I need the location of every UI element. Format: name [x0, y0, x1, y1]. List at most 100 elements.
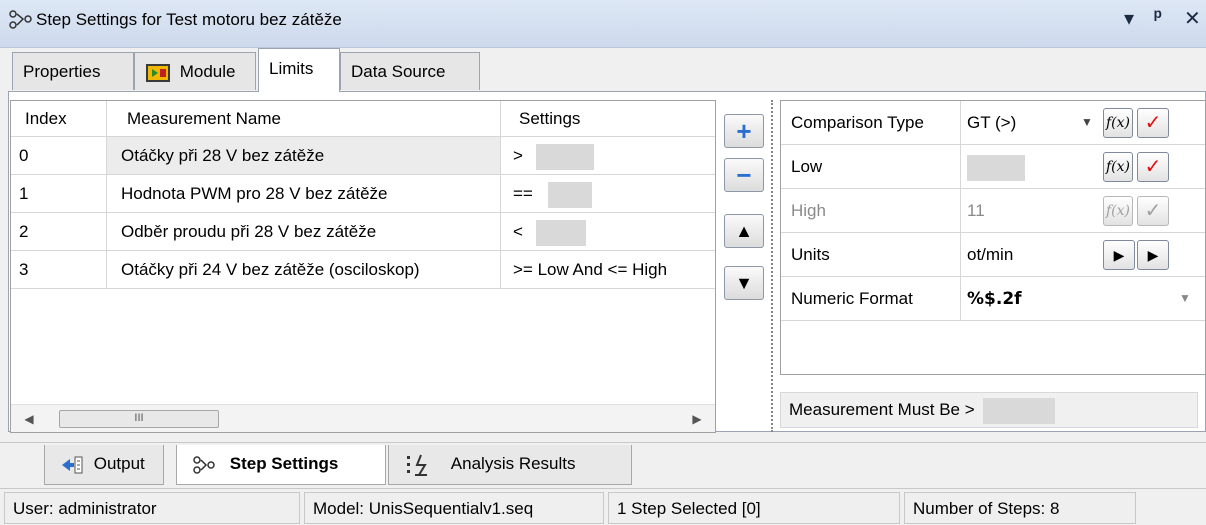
tab-data-source-label: Data Source — [351, 62, 446, 81]
units-browse-button[interactable]: ▶ — [1103, 240, 1135, 270]
horizontal-scrollbar[interactable]: ◀ III ▶ — [11, 404, 715, 432]
tab-output-label: Output — [93, 454, 145, 473]
row-index: 0 — [11, 137, 107, 174]
high-value-field[interactable]: 11 — [967, 189, 985, 232]
close-icon[interactable]: ✕ — [1184, 6, 1201, 31]
table-row[interactable]: 1 Hodnota PWM pro 28 V bez zátěže == — [11, 175, 715, 213]
tab-analysis-results[interactable]: Analysis Results — [388, 445, 632, 485]
status-steps: Number of Steps: 8 — [904, 492, 1136, 524]
row-index: 2 — [11, 213, 107, 250]
row-index: 1 — [11, 175, 107, 212]
settings-tabs: Properties Module Limits Data Source — [0, 48, 1206, 92]
move-down-button[interactable]: ▼ — [724, 266, 764, 300]
scroll-left-icon[interactable]: ◀ — [15, 405, 43, 433]
window-menu-dropdown-icon[interactable]: ▾ — [1124, 6, 1134, 31]
add-measurement-button[interactable]: + — [724, 114, 764, 148]
tab-step-settings[interactable]: Step Settings — [176, 445, 386, 485]
units-select-button[interactable]: ▶ — [1137, 240, 1169, 270]
row-index: 3 — [11, 251, 107, 288]
splitter[interactable] — [771, 100, 777, 432]
row-settings-operator: == — [513, 184, 533, 203]
row-settings: < — [501, 213, 715, 250]
status-model: Model: UnisSequentialv1.seq — [304, 492, 604, 524]
tab-limits[interactable]: Limits — [258, 48, 340, 92]
redacted-value — [547, 181, 592, 208]
tab-step-settings-label: Step Settings — [229, 454, 339, 473]
scroll-right-icon[interactable]: ▶ — [683, 405, 711, 433]
tab-output[interactable]: Output — [44, 445, 164, 485]
fx-expression-button[interactable]: f(x) — [1103, 152, 1133, 182]
output-icon — [62, 456, 83, 474]
fx-expression-button[interactable]: f(x) — [1103, 108, 1133, 138]
play-icon: ▶ — [1113, 247, 1125, 263]
prop-row-low: Low f(x) ✓ — [781, 145, 1205, 189]
tab-properties-label: Properties — [23, 62, 101, 81]
analysis-results-icon — [407, 454, 427, 476]
move-up-button[interactable]: ▲ — [724, 214, 764, 248]
status-bar: User: administrator Model: UnisSequentia… — [0, 488, 1206, 525]
column-header-measurement-name[interactable]: Measurement Name — [107, 101, 501, 136]
row-measurement-name[interactable]: Otáčky při 24 V bez zátěže (osciloskop) — [107, 251, 501, 288]
arrow-up-icon: ▲ — [735, 221, 753, 241]
units-field[interactable]: ot/min — [967, 233, 1013, 276]
column-header-settings[interactable]: Settings — [501, 101, 715, 136]
chevron-down-icon[interactable]: ▼ — [1081, 115, 1093, 129]
prop-row-comparison-type: Comparison Type GT (>) ▼ f(x) ✓ — [781, 101, 1205, 145]
row-settings: > — [501, 137, 715, 174]
measurements-grid: Index Measurement Name Settings 0 Otáčky… — [10, 100, 716, 433]
limit-properties-grid: Comparison Type GT (>) ▼ f(x) ✓ Low f(x)… — [780, 100, 1206, 375]
prop-row-numeric-format: Numeric Format %$.2f ▼ — [781, 277, 1205, 321]
column-header-index[interactable]: Index — [11, 101, 107, 136]
comparison-type-select[interactable]: GT (>) — [967, 101, 1016, 144]
units-label: Units — [781, 233, 961, 276]
row-settings-operator: > — [513, 146, 523, 165]
scrollbar-thumb[interactable]: III — [59, 410, 219, 428]
redacted-value — [967, 154, 1025, 181]
table-row[interactable]: 2 Odběr proudu při 28 V bez zátěže < — [11, 213, 715, 251]
measurement-rule-text: Measurement Must Be > — [789, 400, 975, 419]
tab-module[interactable]: Module — [134, 52, 256, 90]
tab-properties[interactable]: Properties — [12, 52, 134, 90]
redacted-value — [535, 143, 594, 170]
low-value-field[interactable] — [967, 145, 1025, 188]
plus-icon: + — [736, 116, 752, 146]
row-measurement-name[interactable]: Hodnota PWM pro 28 V bez zátěže — [107, 175, 501, 212]
bottom-tabs: Output Step Settings Analysis Results — [0, 442, 1206, 488]
prop-row-units: Units ot/min ▶ ▶ — [781, 233, 1205, 277]
prop-row-high: High 11 f(x) ✓ — [781, 189, 1205, 233]
measurement-rule-summary: Measurement Must Be > — [780, 392, 1198, 428]
window-title: Step Settings for Test motoru bez zátěže — [36, 10, 342, 29]
high-label: High — [781, 189, 961, 232]
minus-icon: − — [736, 160, 752, 190]
tab-analysis-results-label: Analysis Results — [450, 454, 576, 473]
table-row[interactable]: 0 Otáčky při 28 V bez zátěže > — [11, 137, 715, 175]
remove-measurement-button[interactable]: − — [724, 158, 764, 192]
row-settings: == — [501, 175, 715, 212]
arrow-down-icon: ▼ — [735, 273, 753, 293]
redacted-value — [535, 219, 586, 246]
table-row[interactable]: 3 Otáčky při 24 V bez zátěže (osciloskop… — [11, 251, 715, 289]
check-expression-button[interactable]: ✓ — [1137, 108, 1169, 138]
comparison-type-label: Comparison Type — [781, 101, 961, 144]
row-settings: >= Low And <= High — [513, 260, 668, 279]
window-titlebar: Step Settings for Test motoru bez zátěže… — [0, 0, 1206, 48]
fx-expression-button[interactable]: f(x) — [1103, 196, 1133, 226]
pin-icon[interactable]: ᵖ — [1154, 6, 1162, 29]
row-settings-operator: < — [513, 222, 523, 241]
chevron-down-icon[interactable]: ▼ — [1179, 291, 1191, 305]
row-measurement-name[interactable]: Otáčky při 28 V bez zátěže — [107, 137, 501, 174]
check-expression-button[interactable]: ✓ — [1137, 196, 1169, 226]
redacted-value — [983, 397, 1056, 424]
numeric-format-field[interactable]: %$.2f — [967, 277, 1022, 320]
module-icon — [146, 63, 170, 82]
step-settings-icon — [193, 455, 215, 474]
numeric-format-label: Numeric Format — [781, 277, 961, 320]
row-measurement-name[interactable]: Odběr proudu při 28 V bez zátěže — [107, 213, 501, 250]
grid-header: Index Measurement Name Settings — [11, 101, 715, 137]
tab-data-source[interactable]: Data Source — [340, 52, 480, 90]
tab-module-label: Module — [179, 62, 236, 81]
check-expression-button[interactable]: ✓ — [1137, 152, 1169, 182]
status-user: User: administrator — [4, 492, 300, 524]
low-label: Low — [781, 145, 961, 188]
play-icon: ▶ — [1147, 247, 1159, 263]
